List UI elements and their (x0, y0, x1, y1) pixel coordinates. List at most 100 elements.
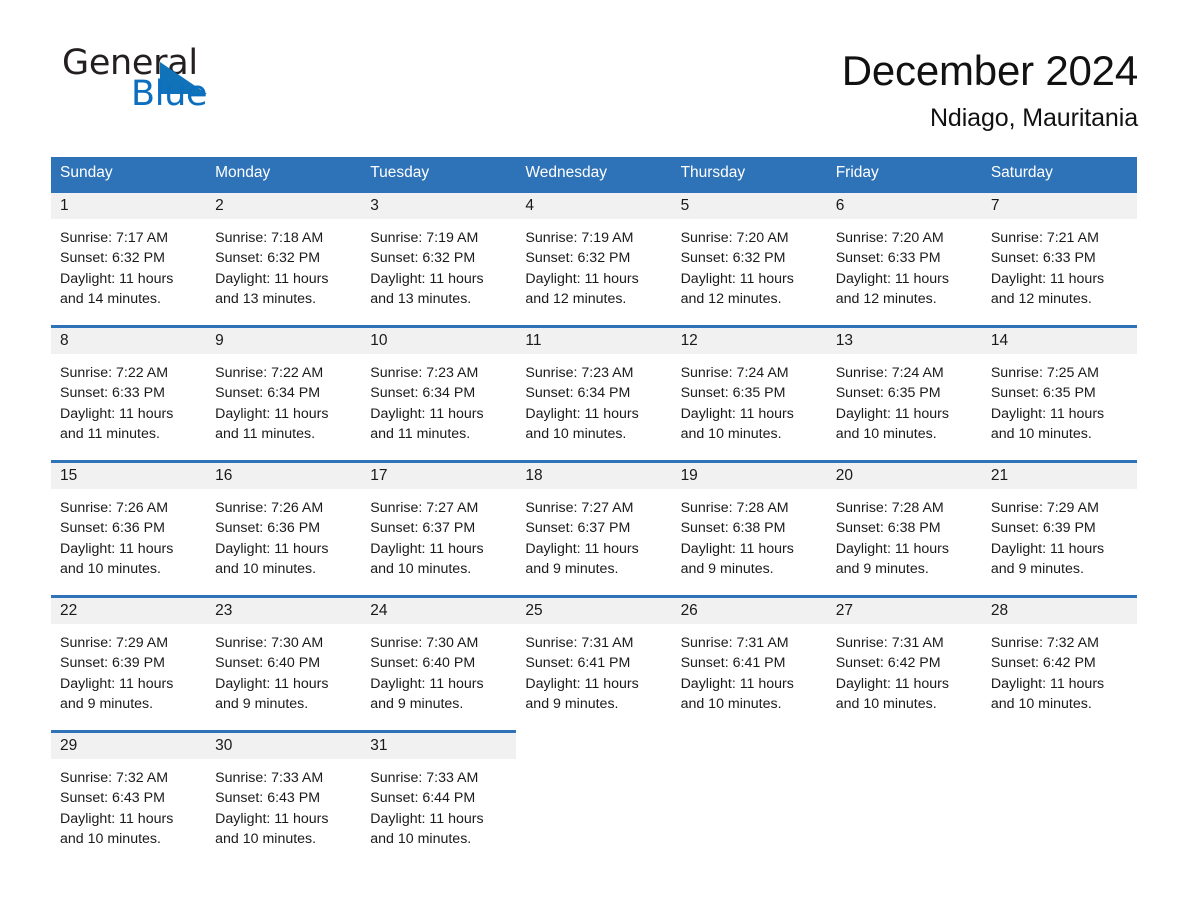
day-cell[interactable]: 5 Sunrise: 7:20 AM Sunset: 6:32 PM Dayli… (671, 190, 827, 327)
day-cell[interactable]: 16 Sunrise: 7:26 AM Sunset: 6:36 PM Dayl… (206, 460, 362, 597)
day-cell[interactable]: 15 Sunrise: 7:26 AM Sunset: 6:36 PM Dayl… (51, 460, 207, 597)
day-number: 12 (671, 328, 827, 354)
sunrise-text: Sunrise: 7:20 AM (680, 230, 789, 246)
sunset-text: Sunset: 6:41 PM (525, 655, 631, 672)
weekday-header-friday: Friday (826, 157, 982, 192)
day-details: Sunrise: 7:31 AM Sunset: 6:41 PM Dayligh… (672, 624, 827, 714)
day-number: 26 (671, 598, 827, 624)
daylight-text: Daylight: 11 hours and 11 minutes. (215, 405, 329, 442)
day-details: Sunrise: 7:28 AM Sunset: 6:38 PM Dayligh… (672, 489, 827, 579)
day-details: Sunrise: 7:33 AM Sunset: 6:43 PM Dayligh… (206, 759, 361, 849)
day-cell[interactable]: 22 Sunrise: 7:29 AM Sunset: 6:39 PM Dayl… (51, 595, 207, 732)
day-number: 17 (361, 463, 517, 489)
day-cell[interactable]: 8 Sunrise: 7:22 AM Sunset: 6:33 PM Dayli… (51, 325, 207, 462)
sunset-text: Sunset: 6:40 PM (370, 655, 476, 672)
daylight-text: Daylight: 11 hours and 10 minutes. (525, 405, 639, 442)
day-cell[interactable]: 21 Sunrise: 7:29 AM Sunset: 6:39 PM Dayl… (981, 460, 1137, 597)
day-number: 31 (361, 733, 517, 759)
day-cell[interactable]: 1 Sunrise: 7:17 AM Sunset: 6:32 PM Dayli… (51, 190, 207, 327)
day-cell[interactable]: 6 Sunrise: 7:20 AM Sunset: 6:33 PM Dayli… (826, 190, 982, 327)
day-number: 13 (826, 328, 982, 354)
day-number: 9 (206, 328, 362, 354)
sunset-text: Sunset: 6:36 PM (60, 520, 165, 537)
daylight-text: Daylight: 11 hours and 14 minutes. (60, 270, 174, 307)
daylight-text: Daylight: 11 hours and 10 minutes. (680, 675, 794, 712)
daylight-text: Daylight: 11 hours and 12 minutes. (990, 270, 1105, 307)
day-details: Sunrise: 7:26 AM Sunset: 6:36 PM Dayligh… (51, 489, 206, 579)
day-number: 25 (516, 598, 672, 624)
day-cell[interactable]: 29 Sunrise: 7:32 AM Sunset: 6:43 PM Dayl… (51, 730, 207, 867)
sunrise-text: Sunrise: 7:26 AM (215, 500, 324, 516)
day-number: 1 (51, 193, 207, 219)
sunset-text: Sunset: 6:35 PM (835, 385, 941, 402)
day-cell[interactable]: 14 Sunrise: 7:25 AM Sunset: 6:35 PM Dayl… (981, 325, 1137, 462)
sunrise-text: Sunrise: 7:24 AM (835, 365, 944, 381)
day-number: 20 (826, 463, 982, 489)
sunrise-text: Sunrise: 7:30 AM (215, 635, 324, 651)
day-details: Sunrise: 7:31 AM Sunset: 6:41 PM Dayligh… (516, 624, 671, 714)
day-cell[interactable]: 20 Sunrise: 7:28 AM Sunset: 6:38 PM Dayl… (826, 460, 982, 597)
day-cell-empty (981, 730, 1137, 867)
sunset-text: Sunset: 6:42 PM (835, 655, 941, 672)
sunrise-text: Sunrise: 7:19 AM (370, 230, 479, 246)
day-cell[interactable]: 25 Sunrise: 7:31 AM Sunset: 6:41 PM Dayl… (516, 595, 672, 732)
day-cell[interactable]: 23 Sunrise: 7:30 AM Sunset: 6:40 PM Dayl… (206, 595, 362, 732)
weekday-header-tuesday: Tuesday (361, 157, 517, 192)
day-cell[interactable]: 13 Sunrise: 7:24 AM Sunset: 6:35 PM Dayl… (826, 325, 982, 462)
day-cell[interactable]: 9 Sunrise: 7:22 AM Sunset: 6:34 PM Dayli… (206, 325, 362, 462)
day-cell[interactable]: 11 Sunrise: 7:23 AM Sunset: 6:34 PM Dayl… (516, 325, 672, 462)
day-cell[interactable]: 17 Sunrise: 7:27 AM Sunset: 6:37 PM Dayl… (361, 460, 517, 597)
sunrise-text: Sunrise: 7:22 AM (60, 365, 169, 381)
day-details: Sunrise: 7:22 AM Sunset: 6:33 PM Dayligh… (51, 354, 206, 444)
day-cell-empty (671, 730, 827, 867)
day-number: 22 (51, 598, 207, 624)
day-details: Sunrise: 7:31 AM Sunset: 6:42 PM Dayligh… (827, 624, 982, 714)
title-block: December 2024 Ndiago, Mauritania (842, 46, 1138, 133)
day-cell[interactable]: 30 Sunrise: 7:33 AM Sunset: 6:43 PM Dayl… (206, 730, 362, 867)
weekday-header-saturday: Saturday (981, 157, 1137, 192)
weekday-header-thursday: Thursday (671, 157, 827, 192)
sunset-text: Sunset: 6:35 PM (680, 385, 786, 402)
day-cell[interactable]: 2 Sunrise: 7:18 AM Sunset: 6:32 PM Dayli… (206, 190, 362, 327)
day-cell[interactable]: 31 Sunrise: 7:33 AM Sunset: 6:44 PM Dayl… (361, 730, 517, 867)
sunset-text: Sunset: 6:36 PM (215, 520, 321, 537)
sunrise-text: Sunrise: 7:20 AM (835, 230, 944, 246)
sunset-text: Sunset: 6:34 PM (370, 385, 476, 402)
day-details: Sunrise: 7:30 AM Sunset: 6:40 PM Dayligh… (361, 624, 516, 714)
day-cell[interactable]: 26 Sunrise: 7:31 AM Sunset: 6:41 PM Dayl… (671, 595, 827, 732)
day-details: Sunrise: 7:23 AM Sunset: 6:34 PM Dayligh… (516, 354, 671, 444)
sunrise-text: Sunrise: 7:24 AM (680, 365, 789, 381)
day-details: Sunrise: 7:32 AM Sunset: 6:43 PM Dayligh… (51, 759, 206, 849)
sunrise-text: Sunrise: 7:32 AM (990, 635, 1099, 651)
sunset-text: Sunset: 6:32 PM (680, 250, 786, 267)
sunset-text: Sunset: 6:40 PM (215, 655, 321, 672)
day-cell[interactable]: 10 Sunrise: 7:23 AM Sunset: 6:34 PM Dayl… (361, 325, 517, 462)
day-number: 8 (51, 328, 207, 354)
sunset-text: Sunset: 6:32 PM (215, 250, 321, 267)
day-cell[interactable]: 18 Sunrise: 7:27 AM Sunset: 6:37 PM Dayl… (516, 460, 672, 597)
sunset-text: Sunset: 6:34 PM (525, 385, 631, 402)
day-number: 19 (671, 463, 827, 489)
day-cell[interactable]: 4 Sunrise: 7:19 AM Sunset: 6:32 PM Dayli… (516, 190, 672, 327)
day-number: 30 (206, 733, 362, 759)
sunrise-text: Sunrise: 7:33 AM (215, 770, 324, 786)
sunrise-text: Sunrise: 7:29 AM (60, 635, 169, 651)
day-cell[interactable]: 12 Sunrise: 7:24 AM Sunset: 6:35 PM Dayl… (671, 325, 827, 462)
daylight-text: Daylight: 11 hours and 9 minutes. (370, 675, 484, 712)
day-cell[interactable]: 28 Sunrise: 7:32 AM Sunset: 6:42 PM Dayl… (981, 595, 1137, 732)
sunrise-text: Sunrise: 7:21 AM (990, 230, 1099, 246)
generalblue-logo[interactable]: General Blue (57, 46, 257, 118)
day-cell[interactable]: 27 Sunrise: 7:31 AM Sunset: 6:42 PM Dayl… (826, 595, 982, 732)
day-cell[interactable]: 24 Sunrise: 7:30 AM Sunset: 6:40 PM Dayl… (361, 595, 517, 732)
day-cell[interactable]: 19 Sunrise: 7:28 AM Sunset: 6:38 PM Dayl… (671, 460, 827, 597)
sunset-text: Sunset: 6:33 PM (990, 250, 1096, 267)
day-cell[interactable]: 3 Sunrise: 7:19 AM Sunset: 6:32 PM Dayli… (361, 190, 517, 327)
day-number: 29 (51, 733, 207, 759)
day-number: 11 (516, 328, 672, 354)
sunrise-text: Sunrise: 7:32 AM (60, 770, 169, 786)
sunset-text: Sunset: 6:32 PM (60, 250, 165, 267)
day-number: 18 (516, 463, 672, 489)
day-cell[interactable]: 7 Sunrise: 7:21 AM Sunset: 6:33 PM Dayli… (981, 190, 1137, 327)
sunrise-text: Sunrise: 7:27 AM (370, 500, 479, 516)
day-details: Sunrise: 7:24 AM Sunset: 6:35 PM Dayligh… (672, 354, 827, 444)
